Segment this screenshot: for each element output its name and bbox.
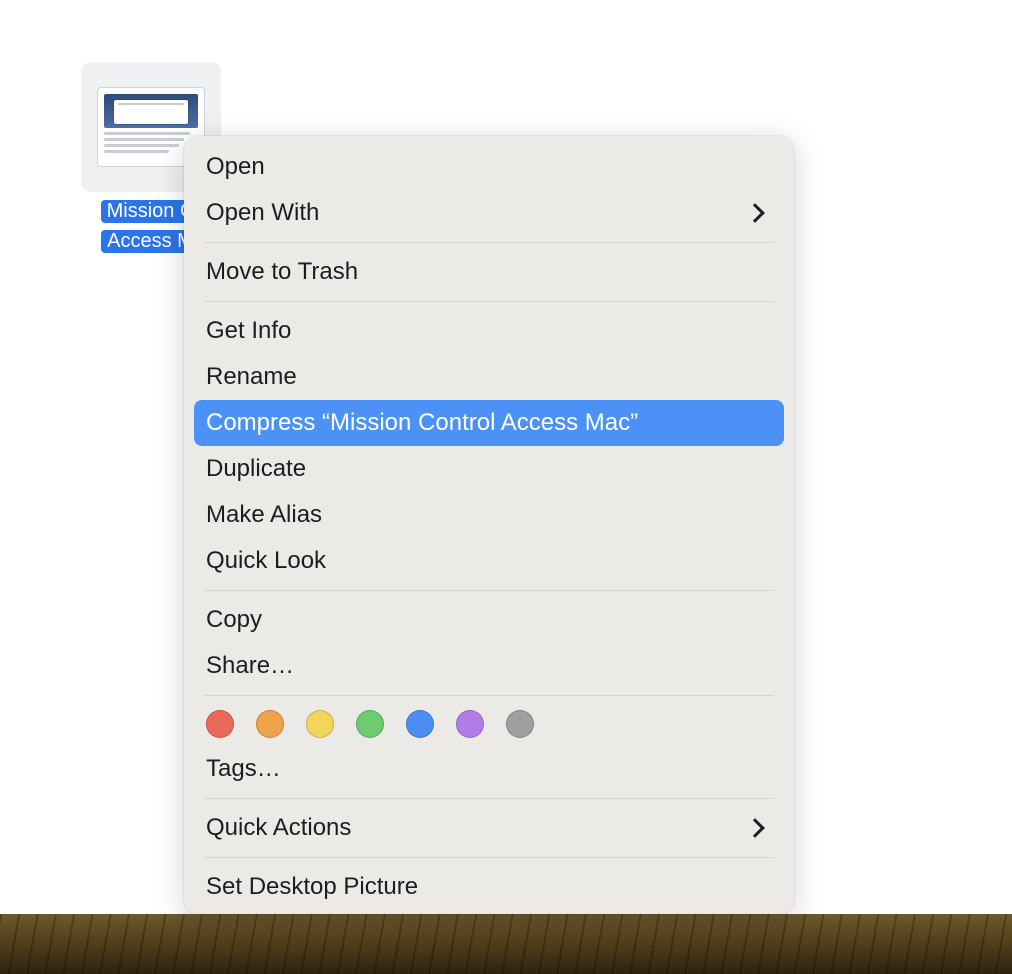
tag-purple[interactable] (456, 710, 484, 738)
menu-share-label: Share… (206, 651, 768, 681)
menu-compress[interactable]: Compress “Mission Control Access Mac” (194, 400, 784, 446)
thumbnail-window (114, 100, 188, 124)
tag-red[interactable] (206, 710, 234, 738)
menu-separator (204, 301, 774, 302)
menu-open[interactable]: Open (194, 144, 784, 190)
menu-separator (204, 590, 774, 591)
menu-open-with[interactable]: Open With (194, 190, 784, 236)
tag-green[interactable] (356, 710, 384, 738)
menu-make-alias[interactable]: Make Alias (194, 492, 784, 538)
menu-getinfo-label: Get Info (206, 316, 768, 346)
menu-move-to-trash[interactable]: Move to Trash (194, 249, 784, 295)
menu-compress-label: Compress “Mission Control Access Mac” (206, 408, 768, 438)
menu-tags[interactable]: Tags… (194, 746, 784, 792)
thumbnail-sky (104, 94, 198, 128)
menu-copy-label: Copy (206, 605, 768, 635)
menu-quicklook-label: Quick Look (206, 546, 768, 576)
chevron-right-icon (745, 203, 765, 223)
menu-rename[interactable]: Rename (194, 354, 784, 400)
menu-quickactions-label: Quick Actions (206, 813, 748, 843)
menu-get-info[interactable]: Get Info (194, 308, 784, 354)
chevron-right-icon (745, 818, 765, 838)
menu-tags-label: Tags… (206, 754, 768, 784)
menu-quick-actions[interactable]: Quick Actions (194, 805, 784, 851)
menu-separator (204, 695, 774, 696)
menu-rename-label: Rename (206, 362, 768, 392)
context-menu: Open Open With Move to Trash Get Info Re… (184, 136, 794, 914)
menu-tag-colors (194, 702, 784, 746)
menu-share[interactable]: Share… (194, 643, 784, 689)
desktop-wallpaper-strip (0, 914, 1012, 974)
menu-quick-look[interactable]: Quick Look (194, 538, 784, 584)
menu-separator (204, 857, 774, 858)
menu-copy[interactable]: Copy (194, 597, 784, 643)
menu-set-desktop-picture[interactable]: Set Desktop Picture (194, 864, 784, 910)
menu-open-label: Open (206, 152, 768, 182)
tag-blue[interactable] (406, 710, 434, 738)
tag-gray[interactable] (506, 710, 534, 738)
menu-trash-label: Move to Trash (206, 257, 768, 287)
menu-setdesktop-label: Set Desktop Picture (206, 872, 768, 902)
menu-makealias-label: Make Alias (206, 500, 768, 530)
menu-open-with-label: Open With (206, 198, 748, 228)
menu-separator (204, 242, 774, 243)
menu-duplicate-label: Duplicate (206, 454, 768, 484)
tag-orange[interactable] (256, 710, 284, 738)
menu-separator (204, 798, 774, 799)
menu-duplicate[interactable]: Duplicate (194, 446, 784, 492)
tag-yellow[interactable] (306, 710, 334, 738)
